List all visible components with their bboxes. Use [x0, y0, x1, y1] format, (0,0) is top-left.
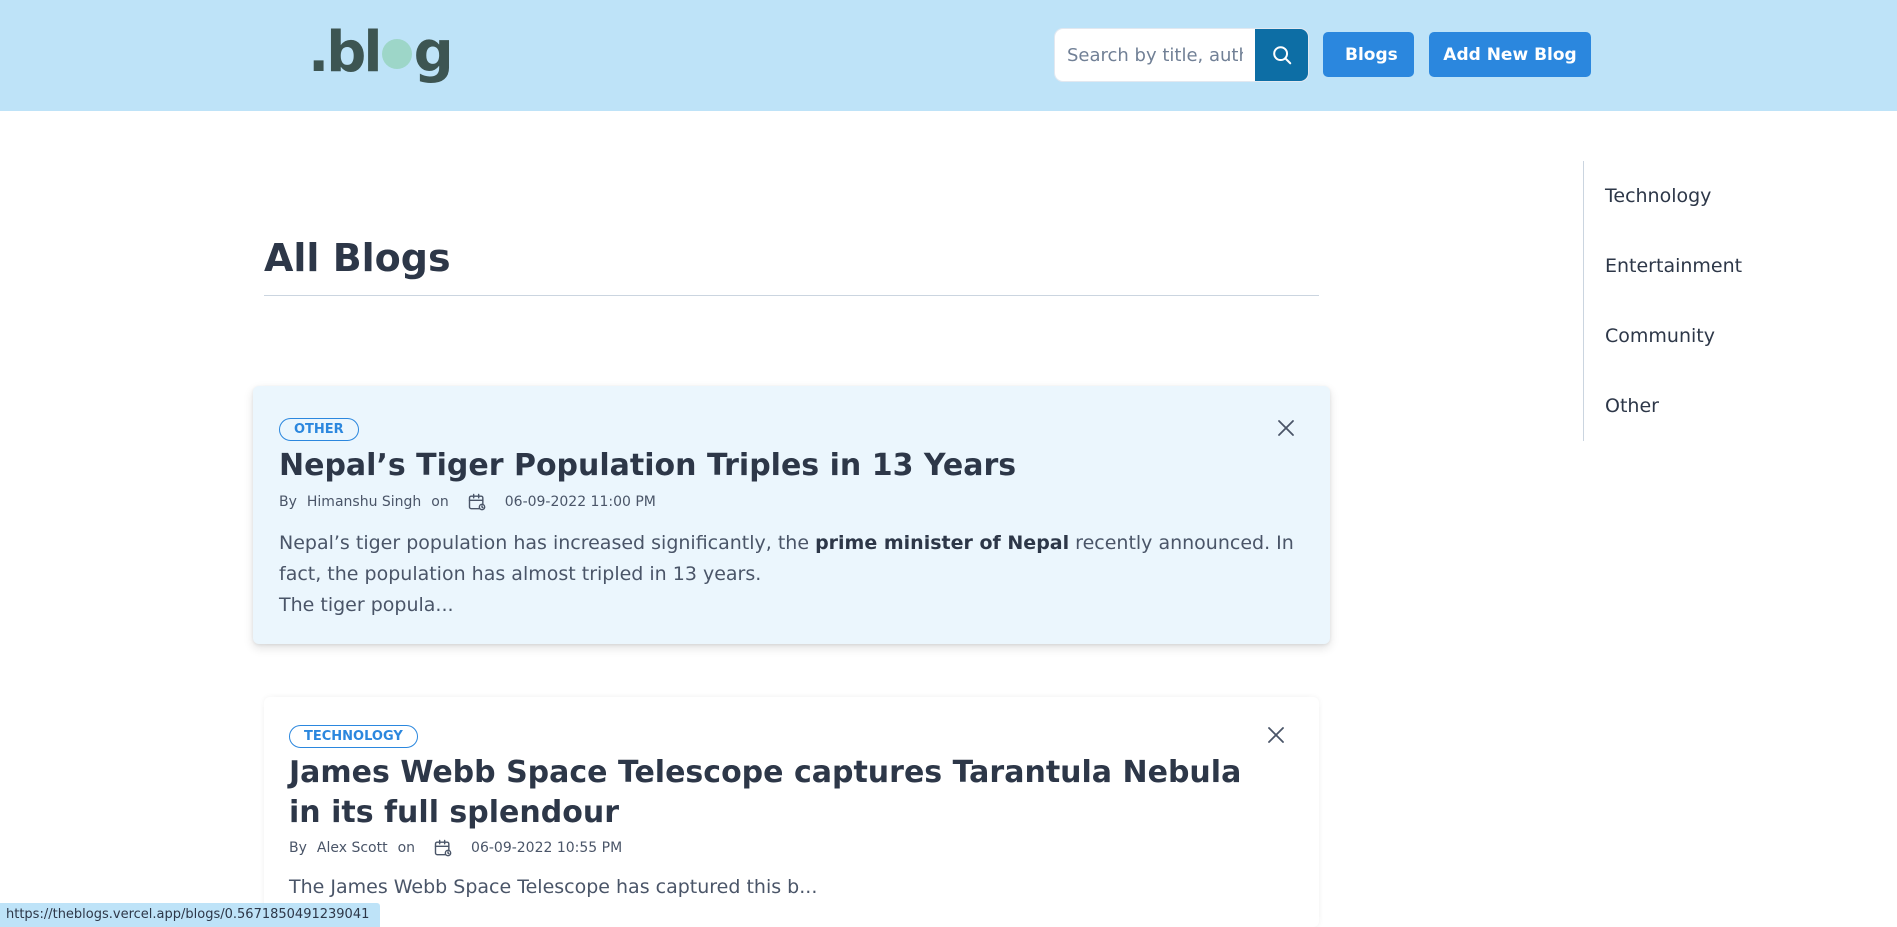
- category-tag[interactable]: OTHER: [279, 418, 359, 441]
- blog-card[interactable]: TECHNOLOGY James Webb Space Telescope ca…: [264, 697, 1319, 927]
- blog-title[interactable]: James Webb Space Telescope captures Tara…: [289, 753, 1249, 833]
- author-name: Himanshu Singh: [306, 494, 422, 510]
- blog-card[interactable]: OTHER Nepal’s Tiger Population Triples i…: [253, 386, 1330, 644]
- blog-meta: By Alex Scott on 06-09-2022 10:55 PM: [289, 838, 622, 858]
- by-label: By: [289, 840, 307, 856]
- excerpt-text: Nepal’s tiger population has increased s…: [279, 532, 816, 554]
- blogs-nav-button[interactable]: Blogs: [1323, 32, 1414, 77]
- post-date: 06-09-2022 11:00 PM: [504, 494, 656, 510]
- top-navbar: .bl g Blogs Add New Blog: [0, 0, 1897, 111]
- sidebar-item-community[interactable]: Community: [1605, 325, 1715, 347]
- blog-excerpt: The James Webb Space Telescope has captu…: [289, 876, 818, 898]
- on-label: on: [397, 840, 416, 856]
- category-sidebar: Technology Entertainment Community Other: [1583, 161, 1742, 441]
- sidebar-item-entertainment[interactable]: Entertainment: [1605, 255, 1742, 277]
- close-icon: [1268, 727, 1284, 743]
- close-button[interactable]: [1274, 416, 1298, 440]
- by-label: By: [279, 494, 297, 510]
- add-new-blog-button[interactable]: Add New Blog: [1429, 32, 1591, 77]
- blog-meta: By Himanshu Singh on 06-09-2022 11:00 PM: [279, 492, 656, 512]
- sidebar-item-technology[interactable]: Technology: [1605, 185, 1711, 207]
- excerpt-text: The tiger popula...: [279, 594, 454, 616]
- logo-dot-icon: [381, 39, 412, 69]
- search-bar: [1055, 29, 1308, 81]
- post-date: 06-09-2022 10:55 PM: [471, 840, 623, 856]
- calendar-icon: [434, 839, 452, 857]
- excerpt-bold: prime minister of Nepal: [815, 532, 1070, 554]
- logo-text-end: g: [413, 20, 454, 85]
- close-icon: [1278, 420, 1294, 436]
- sidebar-item-other[interactable]: Other: [1605, 395, 1659, 417]
- search-button[interactable]: [1255, 29, 1308, 81]
- blog-excerpt: Nepal’s tiger population has increased s…: [279, 528, 1309, 621]
- site-logo[interactable]: .bl g: [308, 20, 454, 86]
- author-name: Alex Scott: [316, 840, 388, 856]
- search-icon: [1272, 46, 1291, 65]
- calendar-icon: [468, 493, 486, 511]
- logo-text-start: .bl: [308, 20, 383, 85]
- on-label: on: [431, 494, 449, 510]
- category-tag[interactable]: TECHNOLOGY: [289, 725, 418, 748]
- browser-status-url: https://theblogs.vercel.app/blogs/0.5671…: [0, 903, 380, 927]
- blog-title[interactable]: Nepal’s Tiger Population Triples in 13 Y…: [279, 446, 1279, 486]
- page-title: All Blogs: [264, 236, 451, 280]
- title-divider: [264, 295, 1319, 296]
- close-button[interactable]: [1264, 723, 1288, 747]
- search-input[interactable]: [1055, 29, 1255, 81]
